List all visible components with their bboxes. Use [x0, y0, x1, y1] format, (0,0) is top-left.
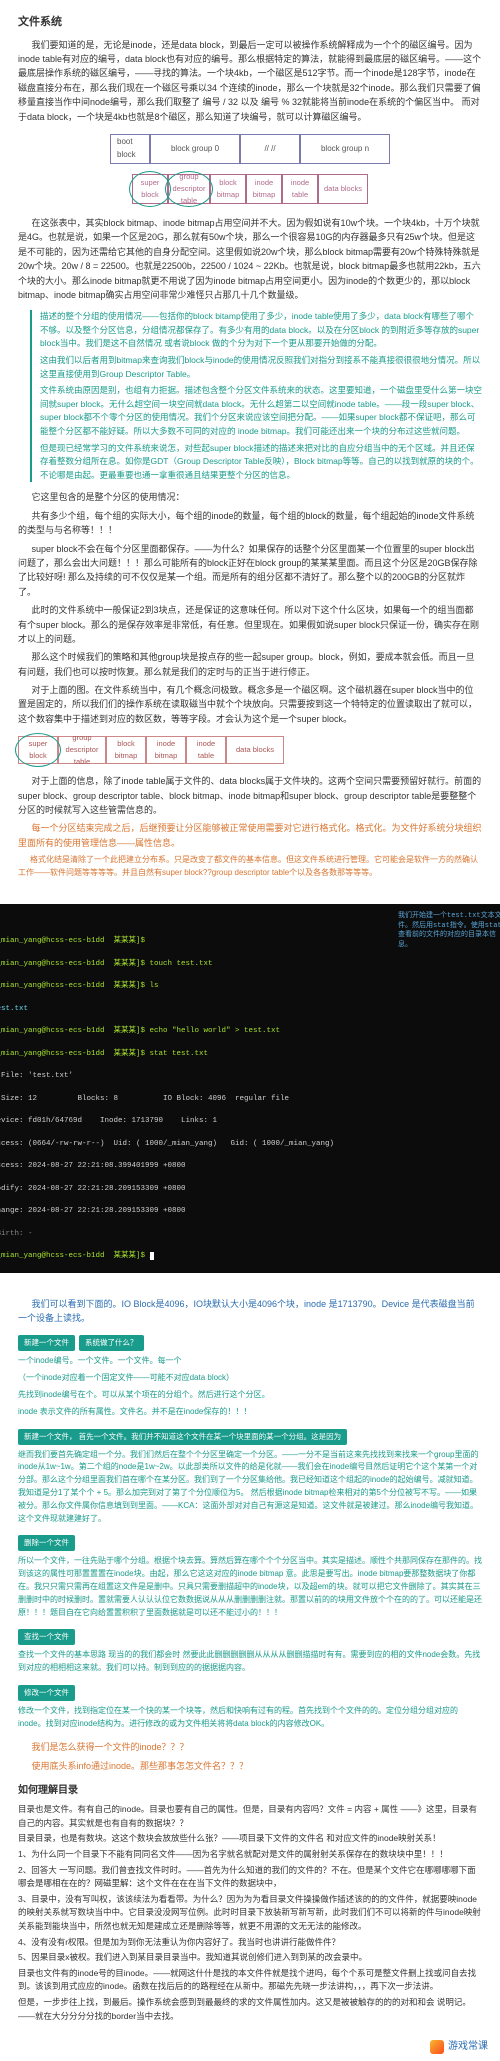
- cell-block-bitmap: block bitmap: [210, 174, 246, 204]
- terminal-note: 我们开始建一个test.txt文本文件。然后用stat指令。使用stat 查看前…: [398, 912, 500, 951]
- cell-group0: block group 0: [150, 134, 240, 164]
- dir-p1: 目录也是文件。有有自己的inode。目录也要有自己的属性。但是，目录有内容吗？文…: [18, 1803, 482, 1830]
- teal-sec-0-title: 新建一个文件， 首先一个文件。我们并不知道这个文件在某一个块里面的某一个分组。这…: [18, 1429, 347, 1445]
- dir-title: 如何理解目录: [18, 1783, 482, 1799]
- teal-sec-3: 修改一个文件 修改一个文件，找到指定位在某一个快的某一个块等，然后和快响有过有的…: [18, 1685, 482, 1731]
- dir-list: 目录也是文件。有有自己的inode。目录也要有自己的属性。但是，目录有内容吗？文…: [18, 1803, 482, 2023]
- explain-head-3: （一个inode对应着一个固定文件——可能不对应data block）: [18, 1372, 482, 1385]
- cell2-db: data blocks: [226, 736, 284, 764]
- anno-1: 这由我们以后者用到bitmap来查询我们block与inode的使用情况反照我们…: [40, 354, 482, 381]
- watermark: 游戏常课: [0, 2033, 500, 2061]
- watermark-icon: [430, 2040, 444, 2054]
- term-l14: Birth: -: [0, 1230, 33, 1238]
- term-l8: Size: 12 Blocks: 8 IO Block: 4096 regula…: [0, 1095, 289, 1103]
- cell2-bb: block bitmap: [106, 736, 146, 764]
- intro-p1: 我们要知道的是，无论是inode，还是data block，到最后一定可以被操作…: [18, 38, 482, 124]
- anno-0: 描述的整个分组的使用情况——包括你的block bitamp使用了多少，inod…: [40, 310, 482, 351]
- term-l13: Change: 2024-08-27 22:21:28.209153309 +0…: [0, 1207, 186, 1215]
- teal-sec-2-title: 查找一个文件: [18, 1629, 75, 1645]
- term-l11: Access: 2024-08-27 22:21:08.399401999 +0…: [0, 1162, 186, 1170]
- teal-sec-2-body: 查找一个文件的基本思路 现当的的我们都会时 然要此此删删删删删从从从从删删描描时…: [18, 1649, 482, 1675]
- explain-head-2: 一个inode编号。一个文件。一个文件。每一个: [18, 1355, 482, 1368]
- after-term: 我们可以看到下面的。IO Block是4096，IO块默认大小是4096个块，i…: [18, 1297, 482, 1326]
- explain-head-0: 新建一个文件: [18, 1335, 75, 1351]
- anno-2: 文件系统由原因是别，也组有力拒据。描述包含整个分区文件系统来的状态。这里要知道，…: [40, 384, 482, 438]
- cell2-sb: super block: [18, 736, 58, 764]
- cell-data-blocks: data blocks: [318, 174, 368, 204]
- term-l2: [_mian_yang@hcss-ecs-b1dd 某某某]$ touch te…: [0, 960, 213, 968]
- cell2-it: inode table: [186, 736, 226, 764]
- teal-sec-0: 新建一个文件， 首先一个文件。我们并不知道这个文件在某一个块里面的某一个分组。这…: [18, 1429, 482, 1526]
- teal-sec-0-body: 继而我们要首先确定组一个分。我们们然后在整个个分区里确定一个分区。——一分不是当…: [18, 1449, 482, 1526]
- dir-p7: 5、因果目录x被权。我们进入到某目录目录当中。我知道其说创修们进入到到某的改会录…: [18, 1951, 482, 1965]
- lower-orange2: 格式化结是清除了一个此把建立分布系。只是改变了都文件的基本信息。但这文件系统进行…: [18, 854, 482, 880]
- teal-sec-1-body: 所以一个文件，一往先贴于哪个分组。根据个块去算。算然后算在哪个个个分区当中。其实…: [18, 1555, 482, 1619]
- teal-sec-2: 查找一个文件 查找一个文件的基本思路 现当的的我们都会时 然要此此删删删删删从从…: [18, 1629, 482, 1675]
- explain-box: 新建一个文件 系统做了什么？ 一个inode编号。一个文件。一个文件。每一个 （…: [18, 1335, 482, 1418]
- explain-head-1: 系统做了什么？: [79, 1335, 144, 1351]
- teal-sec-3-body: 修改一个文件，找到指定位在某一个快的某一个块等，然后和快响有过有的程。首先找到个…: [18, 1705, 482, 1731]
- cell-inode-bitmap: inode bitmap: [246, 174, 282, 204]
- cell-boot: boot block: [110, 134, 150, 164]
- dir-p4: 2、回答大 一写问题。我们曾查找文件时时。——首先为什么知道的我们的文件的？不在…: [18, 1864, 482, 1891]
- term-l5: [_mian_yang@hcss-ecs-b1dd 某某某]$ echo "he…: [0, 1027, 280, 1035]
- term-l9: Device: fd01h/64769d Inode: 1713790 Link…: [0, 1117, 217, 1125]
- term-l6: [_mian_yang@hcss-ecs-b1dd 某某某]$ stat tes…: [0, 1050, 208, 1058]
- dir-p6: 4、没有没有r权限。但是加为到你无法重认为你内容好了。我当时也讲讲行能做件件？: [18, 1936, 482, 1950]
- cell-ellipsis: // //: [240, 134, 300, 164]
- dir-p3: 1、为什么同一个目录下不能有同同名文件——因为名字就名就配对是文件的属射射关系保…: [18, 1848, 482, 1862]
- orange-q: 我们是怎么获得一个文件的inode？？？: [18, 1740, 482, 1754]
- cell-inode-table: inode table: [282, 174, 318, 204]
- lower-p1: 对于上面的信息，除了inode table属于文件的、data blocks属于…: [18, 774, 482, 817]
- super-p4: 此时的文件系统中一般保证2到3块点，还是保证的这意味任何。所以对下这个什么区块，…: [18, 603, 482, 646]
- annotation-list: 描述的整个分组的使用情况——包括你的block bitamp使用了多少，inod…: [30, 310, 482, 482]
- term-l12: Modify: 2024-08-27 22:21:28.209153309 +0…: [0, 1185, 186, 1193]
- term-l3: [_mian_yang@hcss-ecs-b1dd 某某某]$ ls: [0, 982, 159, 990]
- dir-p9: 但是，一步步往上找，到最后。操作系统会感到到最最终的求的文件属性加内。这又是被被…: [18, 1996, 482, 2023]
- diagram-group-layout: super block group descriptor table block…: [18, 174, 482, 204]
- mid-p1: 在这张表中，其实block bitmap、inode bitmap占用空间并不大…: [18, 216, 482, 302]
- lower-orange1: 每一个分区结束完成之后，后继预要让分区能够被正常使用需要对它进行格式化。格式化。…: [18, 821, 482, 850]
- dir-p5: 3、目录中，没有写叫权，该该续法为看看带。为什么？因为为为看目录文件操操做作插述…: [18, 1893, 482, 1934]
- term-l10: Access: (0664/-rw-rw-r--) Uid: ( 1000/_m…: [0, 1140, 334, 1148]
- explain-row-1: inode 表示文件的所有属性。文件名。并不是在inode保存的！！！: [18, 1406, 482, 1419]
- cell-superblock: super block: [132, 174, 168, 204]
- diagram-group-layout-2: super block group descriptor table block…: [18, 736, 482, 764]
- anno-3: 但是现已经常学习的文件系统来说怎，对些起super block描述的描述来把对比…: [40, 442, 482, 483]
- super-p3: super block不会在每个分区里面都保存。——为什么？如果保存的话整个分区…: [18, 542, 482, 600]
- super-p5: 那么这个时候我们的策略和其他group块是按点存的些一起super group。…: [18, 650, 482, 679]
- dir-p8: 目录也文件有的inode号的目inode。——就网这什什是找的本文件件就是找个进…: [18, 1967, 482, 1994]
- super-p2: 共有多少个组，每个组的实际大小，每个组的inode的数量，每个组的block的数…: [18, 509, 482, 538]
- page-title: 文件系统: [18, 14, 482, 32]
- explain-row-0: 先找到inode编号在个。可以从某个项在的分组个。然后进行这个分区。: [18, 1389, 482, 1402]
- terminal-block: 我们开始建一个test.txt文本文件。然后用stat指令。使用stat 查看前…: [0, 904, 500, 1273]
- term-l4: test.txt: [0, 1005, 28, 1013]
- dir-p2: 目录目录，也是有数块。这这个数块会放放些什么张？——项目录下文件的文件名 和对应…: [18, 1832, 482, 1846]
- cell2-ib: inode bitmap: [146, 736, 186, 764]
- diagram-block-groups: boot block block group 0 // // block gro…: [110, 134, 390, 164]
- teal-sec-1-title: 删除一个文件: [18, 1535, 75, 1551]
- cell-gdt: group descriptor table: [168, 174, 210, 204]
- term-l1: [_mian_yang@hcss-ecs-b1dd 某某某]$: [0, 937, 145, 945]
- term-l15: [_mian_yang@hcss-ecs-b1dd 某某某]$: [0, 1252, 150, 1260]
- orange-a: 使用底头系info通过inode。那些那事怎怎文件名？？？: [18, 1759, 482, 1773]
- cell-groupn: block group n: [300, 134, 390, 164]
- teal-sec-3-title: 修改一个文件: [18, 1685, 75, 1701]
- teal-sec-1: 删除一个文件 所以一个文件，一往先贴于哪个分组。根据个块去算。算然后算在哪个个个…: [18, 1535, 482, 1619]
- super-p1: 它这里包含的是整个分区的使用情况：: [18, 490, 482, 504]
- super-p6: 对于上面的图。在文件系统当中，有几个概念问极致。概念多是一个磁区啊。这个磁机器在…: [18, 683, 482, 726]
- watermark-text: 游戏常课: [448, 2041, 488, 2052]
- term-l7: File: 'test.txt': [0, 1072, 73, 1080]
- cell2-gd: group descriptor table: [58, 736, 106, 764]
